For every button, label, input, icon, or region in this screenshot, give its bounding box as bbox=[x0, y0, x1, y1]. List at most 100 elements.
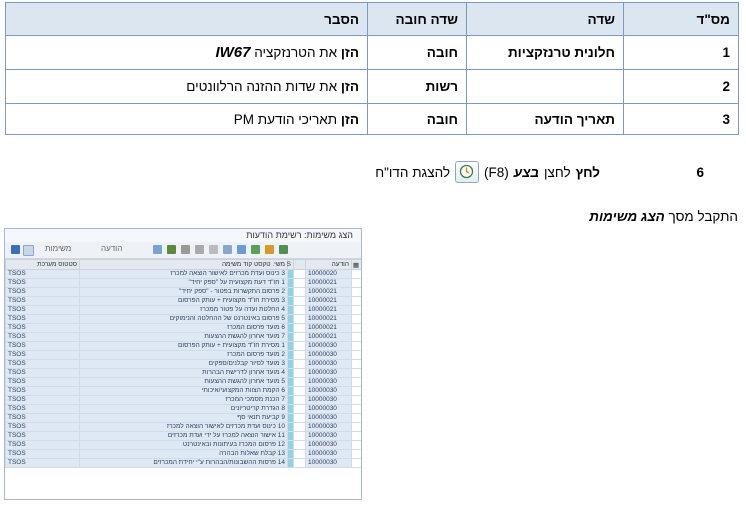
row-selector bbox=[351, 458, 361, 468]
task-code-text: החלטת ועדה על פטור ממכרז bbox=[200, 306, 280, 314]
task-text: 3 כינוס ועדת מכרזים לאישור הוצאה למכרז bbox=[79, 269, 288, 279]
expl-code: IW67 bbox=[215, 44, 251, 61]
grid-row[interactable]: 10000030 4 מועד אחרון לדרישת הבהרות TSOS bbox=[5, 368, 361, 378]
execute-button[interactable] bbox=[455, 161, 480, 183]
grid-row[interactable]: 10000030 1 מסירת חו"ד מקצועית + עותק הפרס… bbox=[5, 341, 361, 351]
note-screen: הצג משימות bbox=[589, 209, 665, 224]
row-status bbox=[287, 413, 294, 423]
grid-row[interactable]: 10000030 9 קביעת תנאי סף TSOS bbox=[5, 413, 361, 423]
notification-number: 10000030 bbox=[305, 422, 352, 432]
grid-row[interactable]: 10000030 10 כינוס ועדת מכרזים לאישור הוצא… bbox=[5, 422, 361, 432]
tools-icon[interactable] bbox=[265, 245, 274, 254]
row-num: 3 bbox=[623, 103, 739, 135]
system-status: TSOS bbox=[5, 287, 80, 297]
row-lock-icon bbox=[293, 422, 306, 432]
col-status[interactable]: S bbox=[287, 259, 294, 270]
col-task-text[interactable]: משי. טקסט קוד משימה bbox=[79, 259, 288, 270]
system-status: TSOS bbox=[5, 422, 80, 432]
grid-row[interactable]: 10000021 5 פרסום באינטרנט של ההחלטה והנימ… bbox=[5, 314, 361, 324]
sum-icon[interactable] bbox=[209, 245, 218, 254]
gui-icon[interactable] bbox=[11, 245, 20, 254]
expl-text: את שדות ההזנה הרלוונטים bbox=[186, 79, 341, 94]
col-notification[interactable]: הודעה bbox=[305, 259, 352, 270]
task-number: 11 bbox=[277, 432, 285, 440]
print-icon[interactable] bbox=[237, 245, 246, 254]
grid-row[interactable]: 10000030 5 מועד אחרון להגשת ההצעות TSOS bbox=[5, 377, 361, 387]
grid-row[interactable]: 10000020 3 כינוס ועדת מכרזים לאישור הוצאה… bbox=[5, 269, 361, 279]
col-system-status[interactable]: סטטוס מערכת bbox=[5, 259, 80, 270]
chart-icon[interactable] bbox=[167, 245, 176, 254]
task-number: 5 bbox=[281, 378, 285, 386]
grid-row[interactable]: 10000030 12 פרסום המכרז בעיתונות ובאינטרנ… bbox=[5, 440, 361, 450]
row-lock-icon bbox=[293, 341, 306, 351]
task-code-text: מועד אחרון להגשת ההצעות bbox=[204, 378, 280, 386]
row-status bbox=[287, 287, 294, 297]
stack-icon[interactable] bbox=[153, 245, 162, 254]
row-status bbox=[287, 395, 294, 405]
task-number: 3 bbox=[281, 360, 285, 368]
screen-received-note: התקבל מסך הצג משימות bbox=[589, 209, 738, 224]
row-status bbox=[287, 386, 294, 396]
refresh-icon[interactable] bbox=[251, 245, 260, 254]
row-selector bbox=[351, 377, 361, 387]
system-status: TSOS bbox=[5, 359, 80, 369]
task-code-text: פרסום התקשרות בפטור - "ספק יחיד" bbox=[179, 288, 280, 296]
toolbar-tasks[interactable]: משימות bbox=[45, 244, 71, 253]
system-status: TSOS bbox=[5, 413, 80, 423]
notification-number: 10000030 bbox=[305, 350, 352, 360]
filter-icon[interactable] bbox=[181, 245, 190, 254]
row-lock-icon bbox=[293, 377, 306, 387]
header-required: שדה חובה bbox=[367, 2, 467, 36]
grid-row[interactable]: 10000030 13 קבלת שאלות הבהרה TSOS bbox=[5, 449, 361, 459]
system-status: TSOS bbox=[5, 305, 80, 315]
step-6-key: (F8) bbox=[484, 164, 509, 180]
system-status: TSOS bbox=[5, 386, 80, 396]
grid-row[interactable]: 10000021 3 מסירת חו"ד מקצועית + עותק הפרס… bbox=[5, 296, 361, 306]
task-number: 8 bbox=[281, 405, 285, 413]
grid-row[interactable]: 10000030 7 הכנת מסמכי המכרז TSOS bbox=[5, 395, 361, 405]
task-number: 3 bbox=[281, 297, 285, 305]
row-status bbox=[287, 422, 294, 432]
grid-row[interactable]: 10000030 6 הקמת הצוות המקצועי/איכותי TSOS bbox=[5, 386, 361, 396]
task-text: 9 קביעת תנאי סף bbox=[79, 413, 288, 423]
grid-row[interactable]: 10000021 1 חו"ד דעת מקצועית על "ספק יחיד"… bbox=[5, 278, 361, 288]
row-selector bbox=[351, 413, 361, 423]
grid-row[interactable]: 10000021 7 מועד אחרון להגשת ההצעות TSOS bbox=[5, 332, 361, 342]
row-selector bbox=[351, 359, 361, 369]
row-selector bbox=[351, 296, 361, 306]
grid-row[interactable]: 10000030 2 מועד פרסום המכרז TSOS bbox=[5, 350, 361, 360]
note-prefix: התקבל מסך bbox=[664, 209, 739, 224]
notification-number: 10000030 bbox=[305, 377, 352, 387]
notification-number: 10000030 bbox=[305, 359, 352, 369]
list-icon[interactable] bbox=[223, 245, 232, 254]
col-lock[interactable] bbox=[293, 259, 306, 270]
grid-row[interactable]: 10000021 6 מועד פרסום המכרז TSOS bbox=[5, 323, 361, 333]
toolbar-notification[interactable]: הודעה bbox=[101, 244, 122, 253]
execute-clock-icon bbox=[459, 164, 474, 179]
document-icon[interactable] bbox=[23, 245, 34, 256]
task-number: 6 bbox=[281, 324, 285, 332]
row-status bbox=[287, 305, 294, 315]
back-icon[interactable] bbox=[279, 245, 288, 254]
row-status bbox=[287, 359, 294, 369]
select-all-icon[interactable]: ▦ bbox=[351, 259, 361, 270]
grid-row[interactable]: 10000030 3 מועד לסיור קבלנים/ספקים TSOS bbox=[5, 359, 361, 369]
task-number: 14 bbox=[277, 459, 285, 467]
instructions-table: מס"ד שדה שדה חובה הסבר 1 חלונית טרנזקציו… bbox=[5, 2, 739, 135]
system-status: TSOS bbox=[5, 341, 80, 351]
row-status bbox=[287, 296, 294, 306]
grid-row[interactable]: 10000021 2 פרסום התקשרות בפטור - "ספק יחי… bbox=[5, 287, 361, 297]
task-number: 1 bbox=[281, 279, 285, 287]
grid-row[interactable]: 10000030 14 פרסות ההשבונות/הבהרות ע"י יחי… bbox=[5, 458, 361, 468]
sort-icon[interactable] bbox=[195, 245, 204, 254]
task-code-text: מסירת חו"ד מקצועית + עותק הפרסום bbox=[177, 297, 280, 305]
task-text: 13 קבלת שאלות הבהרה bbox=[79, 449, 288, 459]
sap-window-title: הצג משימות: רשימת הודעות bbox=[5, 229, 361, 242]
task-code-text: פרסום המכרז בעיתונות ובאינטרנט bbox=[182, 441, 276, 449]
task-text: 6 הקמת הצוות המקצועי/איכותי bbox=[79, 386, 288, 396]
task-code-text: אישור הוצאה למכרז על ידי ועדת מכרזים bbox=[167, 432, 276, 440]
grid-row[interactable]: 10000030 11 אישור הוצאה למכרז על ידי ועדת… bbox=[5, 431, 361, 441]
task-list-grid: ▦ הודעה S משי. טקסט קוד משימה סטטוס מערכ… bbox=[5, 259, 361, 468]
grid-row[interactable]: 10000021 4 החלטת ועדה על פטור ממכרז TSOS bbox=[5, 305, 361, 315]
grid-row[interactable]: 10000030 8 הגדרת קריטריונים TSOS bbox=[5, 404, 361, 414]
